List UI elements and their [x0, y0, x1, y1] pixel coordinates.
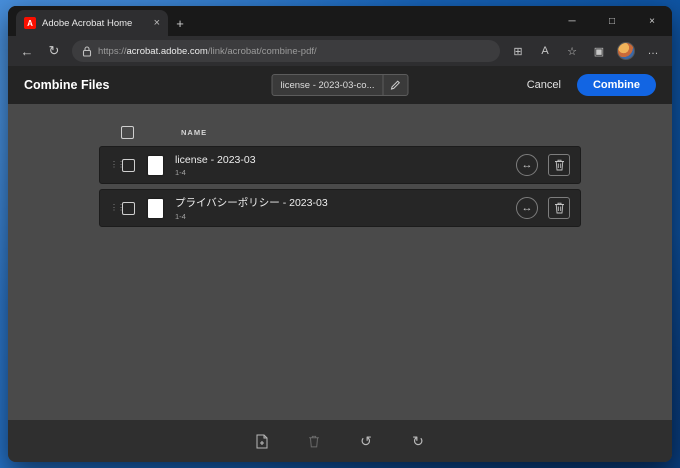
file-list-area: NAME ⋮⋮ license - 2023-03 1-4 ↔ ⋮⋮ プライバシ… [8, 104, 672, 420]
delete-file-button[interactable] [548, 197, 570, 219]
minimize-button[interactable]: ─ [552, 6, 592, 36]
windows-desktop-wallpaper: A Adobe Acrobat Home × + ─ □ × ← ↻ https… [0, 0, 680, 468]
drag-handle-icon[interactable]: ⋮⋮ [110, 204, 125, 212]
trash-icon [554, 202, 564, 214]
close-button[interactable]: × [632, 6, 672, 36]
redo-button[interactable]: ↻ [407, 430, 429, 452]
refresh-icon[interactable]: ↻ [45, 43, 63, 59]
expand-pages-icon[interactable]: ↔ [516, 197, 538, 219]
split-screen-icon[interactable]: ⊞ [509, 45, 527, 58]
page-title: Combine Files [24, 78, 110, 92]
name-column-header: NAME [181, 127, 208, 137]
file-table: NAME ⋮⋮ license - 2023-03 1-4 ↔ ⋮⋮ プライバシ… [99, 118, 581, 227]
output-filename-field[interactable]: license - 2023-03-co... [271, 74, 409, 96]
bottom-toolbar: ↺ ↻ [8, 420, 672, 462]
add-files-button[interactable] [251, 430, 273, 452]
browser-titlebar: A Adobe Acrobat Home × + ─ □ × [8, 6, 672, 36]
combine-button[interactable]: Combine [576, 74, 656, 96]
select-all-checkbox[interactable] [121, 125, 134, 139]
file-row: ⋮⋮ プライバシーポリシー - 2023-03 1-4 ↔ [99, 189, 581, 227]
more-menu-icon[interactable]: … [644, 45, 662, 57]
file-row: ⋮⋮ license - 2023-03 1-4 ↔ [99, 146, 581, 184]
favorite-star-icon[interactable]: ☆ [563, 45, 581, 58]
maximize-button[interactable]: □ [592, 6, 632, 36]
tab-title: Adobe Acrobat Home [42, 17, 133, 29]
edit-filename-button[interactable] [384, 75, 408, 95]
file-name: license - 2023-03 [175, 153, 256, 166]
table-header: NAME [99, 118, 581, 146]
adobe-acrobat-favicon: A [24, 17, 36, 29]
delete-file-button[interactable] [548, 154, 570, 176]
trash-icon [554, 159, 564, 171]
combine-files-page: Combine Files license - 2023-03-co... Ca… [8, 66, 672, 462]
tab-close-icon[interactable]: × [154, 17, 160, 29]
file-thumbnail [148, 155, 163, 175]
file-name: プライバシーポリシー - 2023-03 [175, 197, 328, 209]
drag-handle-icon[interactable]: ⋮⋮ [110, 161, 125, 169]
header-actions: Cancel Combine [527, 74, 656, 96]
file-page-range: 1-4 [175, 212, 186, 221]
read-aloud-icon[interactable]: A [536, 45, 554, 57]
redo-icon: ↻ [412, 432, 424, 449]
row-checkbox[interactable] [122, 158, 135, 172]
file-page-range: 1-4 [175, 167, 186, 177]
url-path: /link/acrobat/combine-pdf/ [207, 45, 317, 57]
browser-window: A Adobe Acrobat Home × + ─ □ × ← ↻ https… [8, 6, 672, 462]
file-thumbnail [148, 198, 163, 218]
new-tab-button[interactable]: + [168, 11, 192, 35]
cancel-button[interactable]: Cancel [527, 79, 561, 91]
add-file-icon [256, 434, 268, 448]
back-icon[interactable]: ← [18, 44, 36, 59]
window-controls: ─ □ × [552, 6, 672, 36]
profile-avatar[interactable] [617, 42, 635, 60]
url-text: https://acrobat.adobe.com/link/acrobat/c… [98, 46, 317, 57]
browser-toolbar: ← ↻ https://acrobat.adobe.com/link/acrob… [8, 36, 672, 66]
undo-button[interactable]: ↺ [355, 430, 377, 452]
file-info: license - 2023-03 1-4 [175, 154, 256, 177]
collections-icon[interactable]: ▣ [590, 45, 608, 58]
lock-icon[interactable] [82, 45, 92, 57]
delete-selected-button[interactable] [303, 430, 325, 452]
trash-icon [309, 435, 319, 447]
page-header: Combine Files license - 2023-03-co... Ca… [8, 66, 672, 104]
file-info: プライバシーポリシー - 2023-03 1-4 [175, 195, 328, 221]
address-bar[interactable]: https://acrobat.adobe.com/link/acrobat/c… [72, 40, 500, 62]
url-scheme: https:// [98, 45, 127, 57]
row-checkbox[interactable] [122, 201, 135, 215]
browser-tab[interactable]: A Adobe Acrobat Home × [16, 10, 168, 36]
pencil-icon [390, 80, 401, 90]
output-filename-value[interactable]: license - 2023-03-co... [273, 80, 383, 91]
url-domain: acrobat.adobe.com [126, 45, 208, 57]
expand-pages-icon[interactable]: ↔ [516, 154, 538, 176]
undo-icon: ↺ [360, 432, 372, 449]
